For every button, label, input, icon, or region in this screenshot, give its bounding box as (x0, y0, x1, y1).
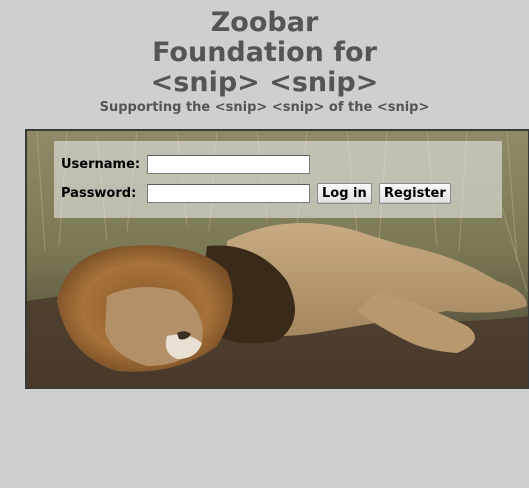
page-title: Zoobar Foundation for <snip> <snip> (0, 8, 529, 98)
login-button[interactable]: Log in (317, 183, 372, 204)
lion-photo: Username: Password: Log in Register (25, 129, 529, 389)
username-input[interactable] (147, 155, 310, 174)
title-line-3: <snip> <snip> (150, 67, 379, 98)
title-line-2: Foundation for (152, 37, 377, 68)
register-button[interactable]: Register (379, 183, 451, 204)
page: Zoobar Foundation for <snip> <snip> Supp… (0, 0, 529, 488)
login-form: Username: Password: Log in Register (54, 141, 502, 218)
password-input[interactable] (147, 184, 310, 203)
page-subtitle: Supporting the <snip> <snip> of the <sni… (99, 100, 430, 115)
password-label: Password: (61, 186, 137, 201)
username-label: Username: (61, 157, 141, 172)
title-line-1: Zoobar (210, 7, 319, 38)
